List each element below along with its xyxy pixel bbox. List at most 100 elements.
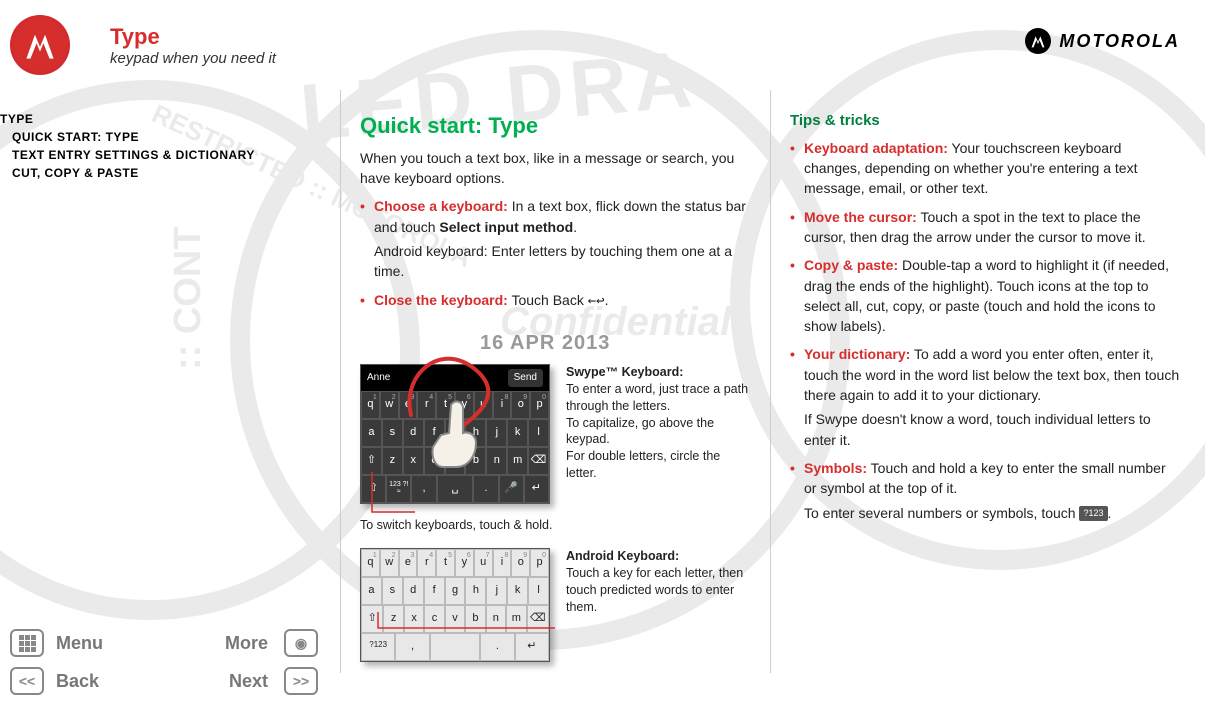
key-del[interactable]: ⌫ — [528, 447, 549, 475]
key-k[interactable]: k — [507, 577, 528, 605]
key-q[interactable]: q1 — [361, 391, 380, 419]
key-z[interactable]: z — [383, 605, 403, 633]
key-mic[interactable]: 🎤 — [499, 475, 524, 503]
key-i[interactable]: i8 — [493, 391, 512, 419]
intro-text: When you touch a text box, like in a mes… — [360, 148, 750, 189]
sidebar-item-textentry[interactable]: TEXT ENTRY SETTINGS & DICTIONARY — [0, 146, 320, 164]
key-a[interactable]: a — [361, 577, 382, 605]
key-space[interactable] — [430, 633, 481, 661]
key-a[interactable]: a — [361, 419, 382, 447]
key-r[interactable]: r4 — [417, 391, 436, 419]
key-d[interactable]: d — [403, 577, 424, 605]
back-button-icon[interactable]: << — [10, 667, 44, 695]
key-c[interactable]: c — [424, 605, 444, 633]
key-r[interactable]: r4 — [417, 549, 436, 577]
key-d[interactable]: d — [403, 419, 424, 447]
key-y[interactable]: y6 — [455, 391, 474, 419]
key-t[interactable]: t5 — [436, 391, 455, 419]
key-t[interactable]: t5 — [436, 549, 455, 577]
sidebar-nav: TYPE QUICK START: TYPE TEXT ENTRY SETTIN… — [0, 110, 320, 182]
key-l[interactable]: l — [528, 577, 549, 605]
key-s[interactable]: s — [382, 419, 403, 447]
key-s[interactable]: s — [382, 577, 403, 605]
sym-key-badge: ?123 — [1079, 506, 1107, 521]
next-button-icon[interactable]: >> — [284, 667, 318, 695]
key-i[interactable]: i8 — [493, 549, 512, 577]
key-b[interactable]: b — [465, 605, 485, 633]
key-p[interactable]: p0 — [530, 549, 549, 577]
more-button-icon[interactable]: ◉ — [284, 629, 318, 657]
sidebar-item-cutcopypaste[interactable]: CUT, COPY & PASTE — [0, 164, 320, 182]
key-c[interactable]: c — [424, 447, 445, 475]
key-m[interactable]: m — [507, 447, 528, 475]
key-n[interactable]: n — [486, 447, 507, 475]
main-column-1: Quick start: Type When you touch a text … — [360, 110, 750, 662]
key-enter[interactable]: ↵ — [524, 475, 549, 503]
tip-dictionary-sub: If Swype doesn't know a word, touch indi… — [790, 409, 1180, 450]
key-f[interactable]: f — [424, 419, 445, 447]
key-comma[interactable]: , — [395, 633, 429, 661]
key-space[interactable]: ␣ — [437, 475, 474, 503]
key-sym[interactable]: ?123 — [361, 633, 395, 661]
key-del[interactable]: ⌫ — [527, 605, 549, 633]
key-v[interactable]: v — [445, 605, 465, 633]
page-title: Type — [110, 24, 276, 50]
key-w[interactable]: w2 — [380, 549, 399, 577]
key-o[interactable]: o9 — [511, 391, 530, 419]
swype-description: Swype™ Keyboard: To enter a word, just t… — [566, 364, 750, 504]
key-k[interactable]: k — [507, 419, 528, 447]
back-label[interactable]: Back — [56, 671, 160, 692]
key-n[interactable]: n — [486, 605, 506, 633]
key-v[interactable]: v — [445, 447, 466, 475]
key-g[interactable]: g — [445, 577, 466, 605]
key-period[interactable]: . — [480, 633, 514, 661]
bullet-choose-keyboard: Choose a keyboard: In a text box, flick … — [360, 196, 750, 237]
key-j[interactable]: j — [486, 577, 507, 605]
motorola-logo-icon — [10, 15, 70, 75]
key-l[interactable]: l — [528, 419, 549, 447]
menu-button-icon[interactable] — [10, 629, 44, 657]
sidebar-item-type[interactable]: TYPE — [0, 110, 320, 128]
key-f[interactable]: f — [424, 577, 445, 605]
android-keyboard-illustration: q1w2e3r4t5y6u7i8o9p0 asdfghjkl ⇧ zxcvbnm… — [360, 548, 550, 662]
compose-text: Anne — [367, 371, 390, 386]
send-button[interactable]: Send — [508, 369, 543, 388]
more-label[interactable]: More — [170, 633, 274, 654]
key-w[interactable]: w2 — [380, 391, 399, 419]
key-sym[interactable]: 123 ?!≈ — [386, 475, 411, 503]
key-shift[interactable]: ⇧ — [361, 605, 383, 633]
key-z[interactable]: z — [382, 447, 403, 475]
key-m[interactable]: m — [506, 605, 526, 633]
key-x[interactable]: x — [403, 447, 424, 475]
key-g[interactable]: g — [445, 419, 466, 447]
key-x[interactable]: x — [404, 605, 424, 633]
key-e[interactable]: e3 — [399, 549, 418, 577]
key-j[interactable]: j — [486, 419, 507, 447]
sub-android-kb: Android keyboard: Enter letters by touch… — [360, 241, 750, 282]
key-h[interactable]: h — [465, 577, 486, 605]
key-q[interactable]: q1 — [361, 549, 380, 577]
main-column-2: Tips & tricks Keyboard adaptation: Your … — [790, 110, 1180, 531]
next-label[interactable]: Next — [170, 671, 274, 692]
key-comma[interactable]: , — [411, 475, 436, 503]
tip-symbols-sub: To enter several numbers or symbols, tou… — [790, 503, 1180, 523]
nav-footer: Menu More ◉ << Back Next >> — [10, 629, 320, 695]
key-enter[interactable]: ↵ — [515, 633, 549, 661]
key-h[interactable]: h — [465, 419, 486, 447]
sidebar-item-quickstart[interactable]: QUICK START: TYPE — [0, 128, 320, 146]
key-b[interactable]: b — [465, 447, 486, 475]
key-p[interactable]: p0 — [530, 391, 549, 419]
switch-keyboard-note: To switch keyboards, touch & hold. — [360, 516, 750, 534]
key-shift[interactable]: ⇧ — [361, 475, 386, 503]
tip-copy-paste: Copy & paste: Double-tap a word to highl… — [790, 255, 1180, 336]
tip-keyboard-adaptation: Keyboard adaptation: Your touchscreen ke… — [790, 138, 1180, 199]
key-u[interactable]: u7 — [474, 391, 493, 419]
tip-symbols: Symbols: Touch and hold a key to enter t… — [790, 458, 1180, 499]
menu-label[interactable]: Menu — [56, 633, 160, 654]
key-o[interactable]: o9 — [511, 549, 530, 577]
key-shift[interactable]: ⇧ — [361, 447, 382, 475]
key-e[interactable]: e3 — [399, 391, 418, 419]
key-y[interactable]: y6 — [455, 549, 474, 577]
key-period[interactable]: . — [473, 475, 498, 503]
key-u[interactable]: u7 — [474, 549, 493, 577]
